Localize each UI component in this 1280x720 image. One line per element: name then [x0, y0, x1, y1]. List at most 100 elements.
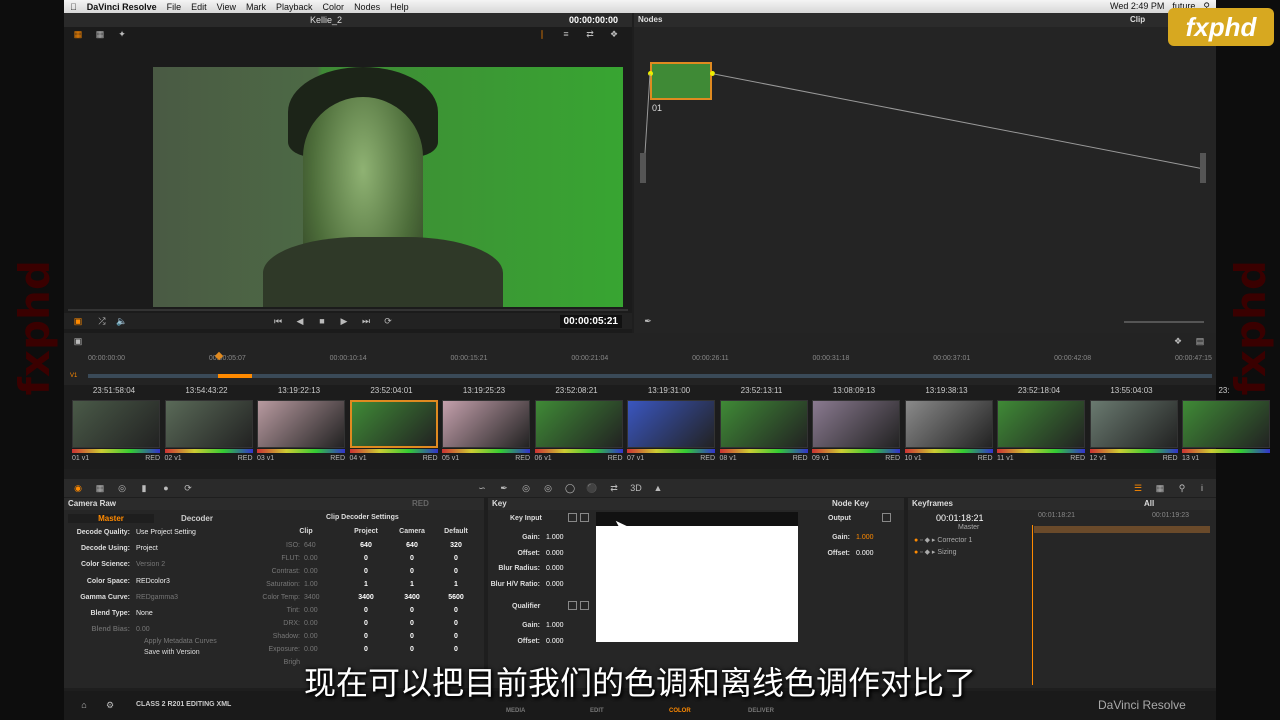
track-sizing[interactable]: ● ▫ ◆ ▸ Sizing: [914, 548, 956, 556]
color-wheels-icon[interactable]: ◎: [114, 482, 130, 494]
clip-thumbnail[interactable]: 23:52:18:04 11 v1 RED: [993, 385, 1085, 469]
tab-decoder[interactable]: Decoder: [154, 514, 240, 523]
3d-icon[interactable]: 3D: [628, 482, 644, 494]
menu-color[interactable]: Color: [323, 2, 345, 12]
timeline-settings-icon[interactable]: ❖: [1170, 335, 1186, 347]
menu-file[interactable]: File: [167, 2, 182, 12]
raw-setting-row[interactable]: Blend Type: None: [64, 609, 240, 621]
timeline-track[interactable]: [88, 374, 1212, 378]
go-to-start-icon[interactable]: ⏮: [270, 315, 286, 327]
output-node-handle[interactable]: [1200, 153, 1206, 183]
raw-setting-row[interactable]: Decode Using: Project: [64, 544, 240, 556]
key-param-row[interactable]: Blur H/V Ratio: 0.000: [488, 581, 592, 593]
info-icon[interactable]: i: [1194, 482, 1210, 494]
key-param-row[interactable]: Gain: 1.000: [488, 622, 592, 634]
viewer-scrubber[interactable]: [68, 309, 628, 311]
scopes-icon[interactable]: ▦: [1152, 482, 1168, 494]
clip-thumbnail[interactable]: 13:19:31:00 07 v1 RED: [623, 385, 715, 469]
play-icon[interactable]: ▶: [336, 315, 352, 327]
key-input-toggle[interactable]: [568, 513, 577, 522]
clip-thumbnail[interactable]: 23: 13 v1: [1178, 385, 1270, 469]
clip-thumbnail[interactable]: 13:19:22:13 03 v1 RED: [253, 385, 345, 469]
flip-icon[interactable]: ⇄: [582, 28, 598, 40]
volume-icon[interactable]: 🔈: [114, 315, 130, 327]
node-zoom-slider[interactable]: [1124, 321, 1204, 323]
qualifier-toggle[interactable]: [568, 601, 577, 610]
viewer-options-icon[interactable]: ▣: [70, 315, 86, 327]
apply-metadata-checkbox[interactable]: Apply Metadata Curves: [144, 638, 217, 645]
node-editor[interactable]: Nodes Clip 01 ✒: [634, 13, 1216, 333]
decoder-row-clip-value[interactable]: 0.00: [304, 555, 318, 562]
source-node-handle[interactable]: [640, 153, 646, 183]
node-tool-icon[interactable]: ✒: [640, 315, 656, 327]
clip-thumbnail[interactable]: 23:51:58:04 01 v1 RED: [68, 385, 160, 469]
rgb-mixer-icon[interactable]: ●: [158, 482, 174, 494]
track-master[interactable]: Master: [958, 524, 979, 531]
grid-icon[interactable]: ▦: [92, 28, 108, 40]
raw-setting-row[interactable]: Color Science: Version 2: [64, 560, 240, 572]
menu-edit[interactable]: Edit: [191, 2, 207, 12]
key-param-row[interactable]: Gain: 1.000: [488, 534, 592, 546]
tab-master[interactable]: Master: [68, 513, 154, 523]
menu-nodes[interactable]: Nodes: [354, 2, 380, 12]
raw-setting-row[interactable]: Gamma Curve: REDgamma3: [64, 593, 240, 605]
camera-raw-codec[interactable]: RED: [412, 499, 429, 508]
clip-thumbnail[interactable]: 23:52:13:11 08 v1 RED: [716, 385, 808, 469]
clip-thumbnail[interactable]: 13:54:43:22 02 v1 RED: [161, 385, 253, 469]
key-param-row[interactable]: Offset: 0.000: [488, 638, 592, 650]
sizing-icon[interactable]: ⇄: [606, 482, 622, 494]
clock[interactable]: Wed 2:49 PM: [1110, 1, 1164, 12]
timeline-ruler[interactable]: 00:00:00:00 00:00:05:07 00:00:10:14 00:0…: [88, 355, 1212, 362]
key-param-row[interactable]: Gain: 1.000: [798, 534, 902, 546]
clip-thumbnail[interactable]: 13:19:25:23 05 v1 RED: [438, 385, 530, 469]
timeline-view-icon[interactable]: ▤: [1192, 335, 1208, 347]
key-icon[interactable]: ⚫: [584, 482, 600, 494]
power-window-icon[interactable]: ◎: [518, 482, 534, 494]
key-param-row[interactable]: Offset: 0.000: [798, 550, 902, 562]
raw-setting-row[interactable]: Blend Bias: 0.00: [64, 625, 240, 637]
decoder-row-clip-value[interactable]: 0.00: [304, 620, 318, 627]
key-preview[interactable]: [596, 526, 798, 642]
key-input-invert[interactable]: [580, 513, 589, 522]
go-to-end-icon[interactable]: ⏭: [358, 315, 374, 327]
key-param-row[interactable]: Blur Radius: 0.000: [488, 565, 592, 577]
wipe-icon[interactable]: ∣: [534, 28, 550, 40]
menu-view[interactable]: View: [217, 2, 236, 12]
qualifier-invert[interactable]: [580, 601, 589, 610]
page-media[interactable]: MEDIA: [506, 708, 525, 714]
menu-mark[interactable]: Mark: [246, 2, 266, 12]
decoder-row-clip-value[interactable]: 0.00: [304, 646, 318, 653]
keyframes-toggle-icon[interactable]: ☰: [1130, 482, 1146, 494]
clip-thumbnail[interactable]: 23:52:08:21 06 v1 RED: [531, 385, 623, 469]
key-param-row[interactable]: Offset: 0.000: [488, 550, 592, 562]
color-match-icon[interactable]: ▦: [92, 482, 108, 494]
shuffle-icon[interactable]: ⤮: [94, 315, 110, 327]
camera-raw-icon[interactable]: ◉: [70, 482, 86, 494]
track-corrector-1[interactable]: ● ▫ ◆ ▸ Corrector 1: [914, 536, 972, 544]
save-version-checkbox[interactable]: Save with Version: [144, 649, 200, 656]
magic-wand-icon[interactable]: ✦: [114, 28, 130, 40]
play-reverse-icon[interactable]: ◀: [292, 315, 308, 327]
clip-thumbnail[interactable]: 23:52:04:01 04 v1 RED: [346, 385, 438, 469]
curves-icon[interactable]: ∽: [474, 482, 490, 494]
page-edit[interactable]: EDIT: [590, 708, 604, 714]
clip-thumbnail[interactable]: 13:19:38:13 10 v1 RED: [901, 385, 993, 469]
raw-setting-row[interactable]: Color Space: REDcolor3: [64, 577, 240, 589]
motion-effects-icon[interactable]: ⟳: [180, 482, 196, 494]
search-icon[interactable]: ⚲: [1174, 482, 1190, 494]
app-menu[interactable]: DaVinci Resolve: [87, 2, 157, 12]
split-icon[interactable]: ≡: [558, 28, 574, 40]
clip-name[interactable]: Kellie_2: [310, 15, 342, 25]
menu-help[interactable]: Help: [390, 2, 409, 12]
raw-setting-row[interactable]: Decode Quality: Use Project Setting: [64, 528, 240, 540]
decoder-row-clip-value[interactable]: 0.00: [304, 633, 318, 640]
master-keyframe-track[interactable]: [1034, 526, 1210, 533]
stop-icon[interactable]: ■: [314, 315, 330, 327]
page-deliver[interactable]: DELIVER: [748, 708, 774, 714]
qualifier-icon[interactable]: ✒: [496, 482, 512, 494]
decoder-row-clip-value[interactable]: 640: [304, 542, 316, 549]
timeline-thumbnail-icon[interactable]: ▣: [70, 335, 86, 347]
decoder-row-clip-value[interactable]: 0.00: [304, 607, 318, 614]
apple-menu-icon[interactable]: : [70, 2, 77, 12]
timeline-current-clip[interactable]: [218, 374, 252, 378]
